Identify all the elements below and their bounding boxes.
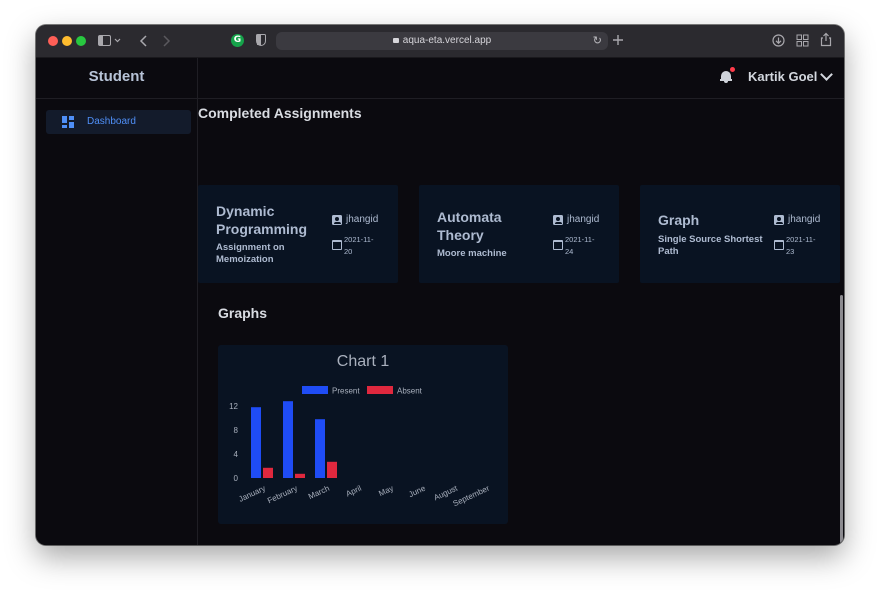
browser-window: G aqua-eta.vercel.app ↻ Student Dashboar…: [36, 25, 844, 545]
card-title: Dynamic Programming: [216, 203, 308, 237]
sidebar: Student Dashboard: [36, 58, 198, 545]
reload-icon[interactable]: ↻: [593, 34, 602, 47]
chevron-down-icon[interactable]: [820, 68, 833, 81]
legend-swatch: [302, 386, 328, 394]
privacy-shield-icon[interactable]: [256, 34, 266, 46]
address-bar[interactable]: aqua-eta.vercel.app ↻: [276, 32, 608, 50]
sidebar-item-dashboard[interactable]: Dashboard: [46, 110, 191, 134]
back-icon[interactable]: [139, 34, 149, 48]
y-tick-label: 8: [234, 426, 239, 435]
card-date: 2021-11-20: [344, 235, 374, 256]
legend-label: Absent: [397, 387, 423, 396]
browser-toolbar: G aqua-eta.vercel.app ↻: [36, 25, 844, 58]
bar: [295, 473, 305, 478]
legend-label: Present: [332, 387, 360, 396]
close-window-button[interactable]: [48, 36, 58, 46]
card-user: jhangid: [788, 214, 821, 225]
bar: [315, 419, 325, 478]
user-name[interactable]: Kartik Goel: [748, 68, 817, 86]
bar: [251, 407, 261, 478]
graphs-title: Graphs: [218, 305, 268, 321]
x-tick-label: April: [345, 484, 364, 499]
forward-icon[interactable]: [161, 34, 171, 48]
share-icon[interactable]: [820, 32, 832, 47]
x-tick-label: June: [407, 483, 427, 499]
card-title: Automata Theory: [437, 209, 502, 243]
top-header: Kartik Goel: [198, 58, 844, 99]
assignment-card[interactable]: Graph Single Source Shortest Path jhangi…: [640, 185, 840, 283]
brand-title: Student: [88, 68, 145, 85]
bar: [327, 461, 337, 478]
calendar-icon: [332, 240, 342, 250]
downloads-icon[interactable]: [772, 34, 785, 47]
user-icon: [332, 215, 342, 225]
bell-icon[interactable]: [720, 67, 735, 84]
card-title: Graph: [658, 212, 700, 228]
maximize-window-button[interactable]: [76, 36, 86, 46]
sidebar-divider: [36, 98, 197, 99]
bar: [283, 401, 293, 478]
card-date: 2021-11-24: [565, 235, 595, 256]
card-subtitle: Assignment on Memoization: [216, 242, 285, 265]
x-tick-label: May: [377, 484, 395, 499]
card-user: jhangid: [567, 214, 600, 225]
card-subtitle: Moore machine: [437, 248, 507, 259]
x-tick-label: March: [307, 484, 331, 502]
sidebar-item-label: Dashboard: [87, 116, 136, 127]
y-tick-label: 12: [229, 402, 238, 411]
assignment-card[interactable]: Automata Theory Moore machine jhangid 20…: [419, 185, 619, 283]
x-tick-label: January: [237, 484, 267, 504]
calendar-icon: [774, 240, 784, 250]
user-icon: [553, 215, 563, 225]
tab-overview-icon[interactable]: [796, 34, 809, 47]
bar-chart: Present Absent 0 4 8 12 January February March Ap…: [229, 386, 492, 509]
y-tick-label: 4: [234, 450, 239, 459]
minimize-window-button[interactable]: [62, 36, 72, 46]
sidebar-toggle-icon[interactable]: [98, 35, 122, 47]
lock-icon: [392, 38, 399, 43]
assignment-card[interactable]: Dynamic Programming Assignment on Memoiz…: [198, 185, 398, 283]
bar: [263, 467, 273, 478]
notification-badge: [730, 67, 735, 72]
card-date: 2021-11-23: [786, 235, 816, 256]
calendar-icon: [553, 240, 563, 250]
user-icon: [774, 215, 784, 225]
dashboard-icon: [62, 116, 74, 128]
y-tick-label: 0: [234, 474, 239, 483]
card-user: jhangid: [346, 214, 379, 225]
scrollbar[interactable]: [840, 295, 843, 543]
grammarly-extension-icon[interactable]: G: [231, 34, 244, 47]
legend-swatch: [367, 386, 393, 394]
url-text: aqua-eta.vercel.app: [402, 35, 492, 46]
new-tab-icon[interactable]: [612, 34, 624, 46]
completed-assignments-title: Completed Assignments: [198, 105, 362, 121]
x-tick-label: September: [452, 484, 492, 509]
card-subtitle: Single Source Shortest Path: [658, 234, 763, 257]
x-tick-label: February: [266, 484, 299, 506]
chart-panel: Chart 1 Present Absent 0 4 8 12 January Februar…: [218, 345, 508, 524]
